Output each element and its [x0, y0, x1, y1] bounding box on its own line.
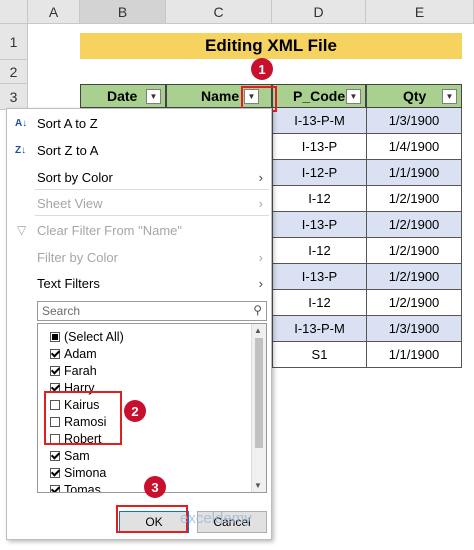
filter-value-label: (Select All) — [64, 329, 124, 344]
column-header-d[interactable]: D — [272, 0, 366, 24]
highlight-box-3 — [116, 505, 188, 533]
qty-cell[interactable]: 1/3/1900 — [366, 108, 462, 134]
filter-value-item[interactable]: Adam — [50, 345, 97, 362]
sort-az-label: Sort A to Z — [37, 115, 98, 131]
filter-dropdown-pcode[interactable]: ▼ — [346, 89, 361, 104]
qty-cell[interactable]: 1/2/1900 — [366, 186, 462, 212]
sheet-title: Editing XML File — [80, 33, 462, 59]
checkbox[interactable] — [50, 467, 60, 478]
search-placeholder: Search — [42, 304, 81, 318]
filter-value-item[interactable]: Simona — [50, 464, 106, 481]
pcode-cell[interactable]: I-13-P — [272, 264, 366, 290]
sort-z-to-a[interactable]: Z↓ Sort Z to A — [7, 138, 271, 162]
qty-cell[interactable]: 1/2/1900 — [366, 290, 462, 316]
chevron-right-icon: › — [258, 249, 263, 265]
text-filters[interactable]: Text Filters › — [7, 271, 271, 295]
search-icon: ⚲ — [253, 303, 262, 317]
filter-by-color: Filter by Color › — [7, 245, 271, 269]
qty-cell[interactable]: 1/1/1900 — [366, 342, 462, 368]
scroll-up-icon[interactable]: ▲ — [254, 326, 262, 335]
column-header-b[interactable]: B — [80, 0, 166, 24]
sort-za-icon: Z↓ — [15, 144, 27, 156]
pcode-cell[interactable]: S1 — [272, 342, 366, 368]
column-header-e[interactable]: E — [366, 0, 474, 24]
filter-value-label: Sam — [64, 448, 90, 463]
header-date: Date ▼ — [80, 84, 166, 108]
qty-cell[interactable]: 1/1/1900 — [366, 160, 462, 186]
column-header-a[interactable]: A — [28, 0, 80, 24]
sort-a-to-z[interactable]: A↓ Sort A to Z — [7, 111, 271, 135]
sort-za-label: Sort Z to A — [37, 142, 99, 158]
qty-cell[interactable]: 1/2/1900 — [366, 212, 462, 238]
chevron-right-icon: › — [258, 169, 263, 185]
column-header-c[interactable]: C — [166, 0, 272, 24]
step-marker-3: 3 — [144, 476, 166, 498]
menu-divider — [35, 189, 269, 190]
step-marker-1: 1 — [251, 58, 273, 80]
checkbox[interactable] — [50, 348, 60, 359]
qty-cell[interactable]: 1/2/1900 — [366, 238, 462, 264]
watermark-logo: exceldemy — [180, 510, 252, 527]
row-header-1[interactable]: 1 — [0, 24, 28, 60]
list-scrollbar[interactable]: ▲ ▼ — [251, 324, 266, 492]
qty-cell[interactable]: 1/3/1900 — [366, 316, 462, 342]
pcode-cell[interactable]: I-12 — [272, 238, 366, 264]
filter-value-label: Farah — [64, 363, 97, 378]
header-name-label: Name — [201, 88, 240, 104]
sort-az-icon: A↓ — [15, 117, 28, 129]
sheet-view-label: Sheet View — [37, 195, 103, 211]
pcode-cell[interactable]: I-13-P-M — [272, 316, 366, 342]
filter-value-label: Simona — [64, 465, 107, 480]
qty-cell[interactable]: 1/2/1900 — [366, 264, 462, 290]
filter-value-item[interactable]: (Select All) — [50, 328, 124, 345]
filter-dropdown-qty[interactable]: ▼ — [442, 89, 457, 104]
pcode-cell[interactable]: I-13-P — [272, 212, 366, 238]
qty-cell[interactable]: 1/4/1900 — [366, 134, 462, 160]
pcode-cell[interactable]: I-13-P-M — [272, 108, 366, 134]
header-qty-label: Qty — [403, 88, 427, 104]
header-date-label: Date — [107, 88, 138, 104]
filter-value-label: Tomas — [64, 482, 101, 493]
header-qty: Qty ▼ — [366, 84, 462, 108]
search-input[interactable]: Search ⚲ — [37, 301, 267, 321]
highlight-box-2 — [44, 391, 122, 445]
sheet-view: Sheet View › — [7, 191, 271, 215]
filter-value-label: Adam — [64, 346, 97, 361]
filter-dropdown-date[interactable]: ▼ — [146, 89, 161, 104]
menu-divider — [35, 215, 269, 216]
checkbox[interactable] — [50, 450, 60, 461]
clear-filter-label: Clear Filter From "Name" — [37, 222, 183, 238]
checkbox[interactable] — [50, 331, 60, 342]
filter-value-item[interactable]: Sam — [50, 447, 90, 464]
scrollbar-thumb[interactable] — [255, 338, 263, 448]
pcode-cell[interactable]: I-12-P — [272, 160, 366, 186]
checkbox[interactable] — [50, 484, 60, 492]
row-header-3[interactable]: 3 — [0, 84, 28, 110]
filter-value-item[interactable]: Farah — [50, 362, 97, 379]
chevron-right-icon: › — [258, 275, 263, 291]
filter-menu: A↓ Sort A to Z Z↓ Sort Z to A Sort by Co… — [6, 108, 272, 540]
select-all-corner[interactable] — [0, 0, 28, 24]
sort-color-label: Sort by Color — [37, 169, 113, 185]
pcode-cell[interactable]: I-12 — [272, 290, 366, 316]
text-filters-label: Text Filters — [37, 275, 100, 291]
checkbox[interactable] — [50, 365, 60, 376]
clear-filter-icon: ▽ — [17, 223, 27, 237]
pcode-cell[interactable]: I-12 — [272, 186, 366, 212]
sort-by-color[interactable]: Sort by Color › — [7, 165, 271, 189]
clear-filter: ▽ Clear Filter From "Name" — [7, 218, 271, 242]
header-pcode-label: P_Code — [293, 88, 346, 104]
filter-value-item[interactable]: Tomas — [50, 481, 101, 493]
filter-color-label: Filter by Color — [37, 249, 118, 265]
scroll-down-icon[interactable]: ▼ — [254, 481, 262, 490]
step-marker-2: 2 — [124, 400, 146, 422]
row-header-2[interactable]: 2 — [0, 60, 28, 84]
header-pcode: P_Code ▼ — [272, 84, 366, 108]
chevron-right-icon: › — [258, 195, 263, 211]
pcode-cell[interactable]: I-13-P — [272, 134, 366, 160]
